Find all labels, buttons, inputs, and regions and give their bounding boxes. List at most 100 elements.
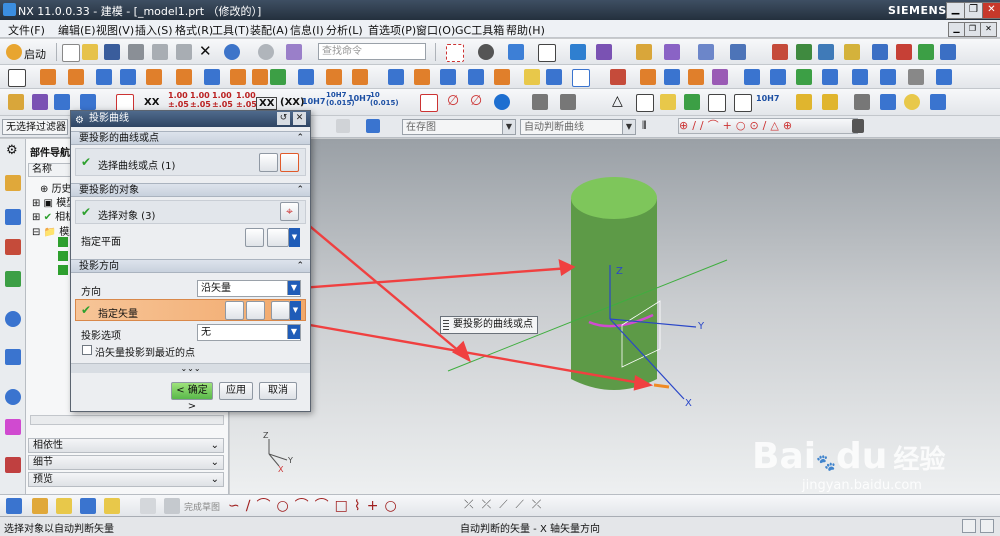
- curve-rule-icon[interactable]: [259, 153, 278, 172]
- swept-icon[interactable]: [770, 69, 786, 85]
- surface-finish-icon[interactable]: [560, 94, 576, 110]
- dim-tolerance-1[interactable]: 1.00 ±.05: [168, 91, 189, 109]
- status-window-icon[interactable]: [962, 519, 976, 533]
- more-options-toggle[interactable]: ⌄⌄⌄: [71, 363, 310, 373]
- delete-icon[interactable]: ✕: [199, 42, 212, 60]
- chamfer-icon[interactable]: [494, 69, 510, 85]
- pattern-icon[interactable]: [572, 69, 590, 87]
- menu-assembly[interactable]: 装配(A): [250, 22, 288, 38]
- studio-surface-icon[interactable]: [880, 69, 896, 85]
- subtract-icon[interactable]: [352, 69, 368, 85]
- hole-icon[interactable]: [146, 69, 162, 85]
- select-type-icon[interactable]: [336, 119, 350, 133]
- snap-point-toolbar[interactable]: ⊕∕∕⌒+○⊙∕△⊕: [678, 118, 858, 134]
- section-details[interactable]: 细节 ⌄: [28, 455, 224, 470]
- ruled-icon[interactable]: [796, 69, 812, 85]
- replace-face-icon[interactable]: [54, 94, 70, 110]
- start-label[interactable]: 启动: [24, 46, 46, 62]
- reuse-library-tab-icon[interactable]: [5, 271, 21, 287]
- extrude-icon[interactable]: [40, 69, 56, 85]
- move-face-icon[interactable]: [32, 94, 48, 110]
- section-preview[interactable]: 预览 ⌄: [28, 472, 224, 487]
- project-icon[interactable]: [936, 69, 952, 85]
- selection-icon[interactable]: [664, 44, 680, 60]
- datum-icon[interactable]: [494, 94, 510, 110]
- triangle-icon[interactable]: △: [612, 93, 623, 109]
- menu-edit[interactable]: 编辑(E): [58, 22, 96, 38]
- synchronous-icon[interactable]: [8, 94, 24, 110]
- visualization-tab-icon[interactable]: [5, 419, 21, 435]
- menu-preferences[interactable]: 首选项(P): [368, 22, 416, 38]
- draft-icon[interactable]: [546, 69, 562, 85]
- select-object-row[interactable]: ✔ 选择对象 (3): [75, 200, 306, 224]
- history-tab-icon[interactable]: [5, 349, 21, 365]
- whole-assembly-icon[interactable]: [366, 119, 380, 133]
- snap-toggle-icon[interactable]: ⫴: [642, 119, 647, 133]
- intersect-icon[interactable]: [388, 69, 404, 85]
- block-icon[interactable]: [96, 69, 112, 85]
- horizontal-scrollbar[interactable]: [30, 415, 224, 425]
- rib-icon[interactable]: [298, 69, 314, 85]
- menu-info[interactable]: 信息(I): [290, 22, 324, 38]
- sketch-feature-icon[interactable]: [32, 498, 48, 514]
- part-navigator-tab-icon[interactable]: [5, 175, 21, 191]
- menu-insert[interactable]: 插入(S): [135, 22, 173, 38]
- dim-basic[interactable]: XX: [256, 97, 278, 110]
- region-icon[interactable]: [734, 94, 752, 112]
- sketch-icon[interactable]: [8, 69, 26, 87]
- settings-gear-icon[interactable]: ⚙: [6, 143, 18, 158]
- symbol-icon[interactable]: [660, 94, 676, 110]
- diameter-alt-icon[interactable]: ∅: [470, 93, 482, 109]
- minimize-button[interactable]: ▁: [946, 2, 965, 19]
- group-curves-header[interactable]: 要投影的曲线或点 ⌃: [71, 131, 310, 145]
- snap-icon[interactable]: [636, 44, 652, 60]
- render-style-icon[interactable]: [478, 44, 494, 60]
- delete-face-icon[interactable]: [80, 94, 96, 110]
- dim-fit-3[interactable]: 10H7: [348, 94, 371, 103]
- undo-icon[interactable]: [224, 44, 240, 60]
- group-objects-header[interactable]: 要投影的对象 ⌃: [71, 183, 310, 197]
- inferred-vector-icon[interactable]: [271, 301, 290, 320]
- explode-icon[interactable]: [940, 44, 956, 60]
- vector-dropdown-arrow[interactable]: ▼: [290, 301, 301, 320]
- dim-fit-1[interactable]: 10H7: [302, 97, 325, 106]
- close-button[interactable]: ✕: [982, 2, 1000, 19]
- menu-tools[interactable]: 工具(T): [212, 22, 249, 38]
- graphics-window[interactable]: Z Y X Z Y X 要投影的曲线或点 Bai🐾du 经验 jingyan.ba…: [230, 139, 1000, 496]
- doc-close-button[interactable]: ✕: [980, 22, 997, 37]
- dialog-titlebar[interactable]: ⚙ 投影曲线 ↺ ✕: [71, 111, 310, 127]
- ok-button[interactable]: < 确定 >: [171, 382, 213, 412]
- sketch-edit-tools[interactable]: ⤫⤫⟋⟋⤫: [464, 497, 549, 512]
- menu-file[interactable]: 文件(F): [8, 22, 45, 38]
- option-select[interactable]: 无 ▼: [197, 324, 301, 341]
- direction-select[interactable]: 沿矢量 ▼: [197, 280, 301, 297]
- tree-checkbox-3[interactable]: [58, 265, 68, 275]
- dim-tolerance-4[interactable]: 1.00 ±.05: [236, 91, 257, 109]
- section-dependencies[interactable]: 相依性 ⌄: [28, 438, 224, 453]
- select-object-crosshair-icon[interactable]: ⌖: [280, 202, 299, 221]
- roles-tab-icon[interactable]: [5, 457, 21, 473]
- assembly-icon[interactable]: [872, 44, 888, 60]
- cancel-button[interactable]: 取消: [259, 382, 297, 400]
- unite-icon[interactable]: [326, 69, 342, 85]
- new-file-icon[interactable]: [62, 44, 80, 62]
- restore-button[interactable]: ❐: [964, 2, 983, 19]
- sketch-view-icon[interactable]: [140, 498, 156, 514]
- finish-sketch-label[interactable]: 完成草图: [184, 500, 220, 513]
- boss-icon[interactable]: [176, 69, 192, 85]
- background-icon[interactable]: [538, 44, 556, 62]
- extract-icon[interactable]: [908, 69, 924, 85]
- wcs-icon[interactable]: [698, 44, 714, 60]
- cylinder-top-face[interactable]: [571, 177, 657, 219]
- reverse-direction-icon[interactable]: [246, 301, 265, 320]
- menu-analysis[interactable]: 分析(L): [326, 22, 363, 38]
- view-orient-icon[interactable]: [570, 44, 586, 60]
- table-icon[interactable]: [796, 44, 812, 60]
- bolt-icon[interactable]: [880, 94, 896, 110]
- tree-checkbox-1[interactable]: [58, 237, 68, 247]
- patch-icon[interactable]: [712, 69, 728, 85]
- group-direction-header[interactable]: 投影方向 ⌃: [71, 259, 310, 273]
- command-search-input[interactable]: 查找命令: [318, 43, 426, 60]
- menu-view[interactable]: 视图(V): [96, 22, 134, 38]
- start-icon[interactable]: [6, 44, 22, 60]
